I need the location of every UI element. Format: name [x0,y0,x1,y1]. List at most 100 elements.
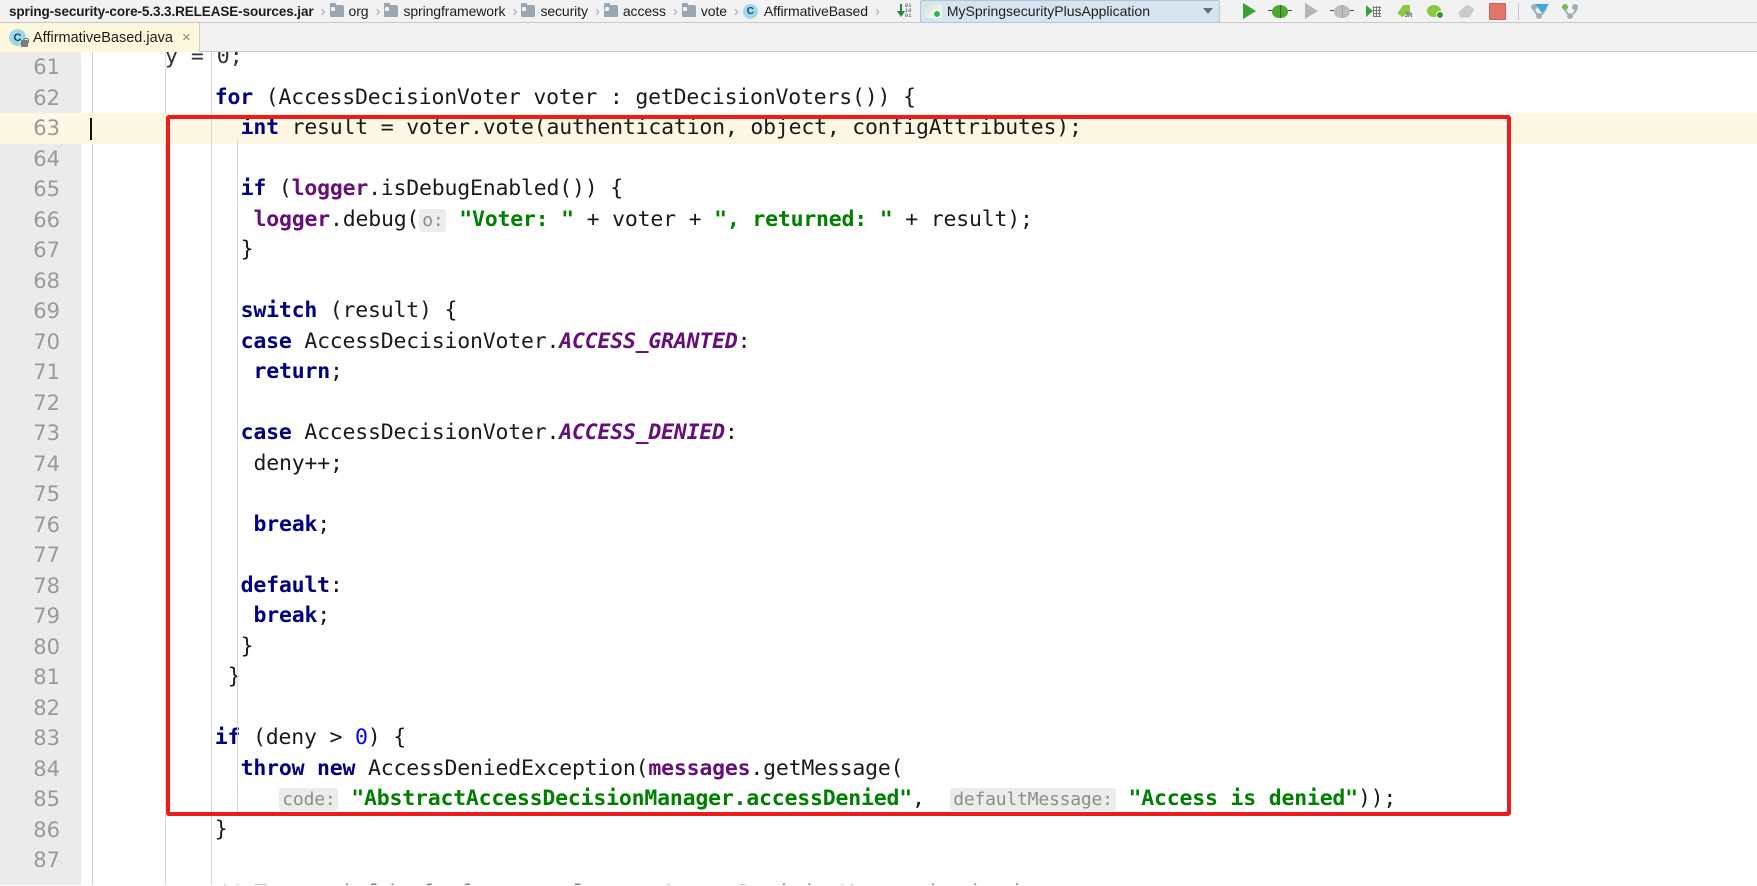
breadcrumb-item-vote[interactable]: vote [680,0,732,23]
code-text: deny++; [254,449,343,480]
code-line[interactable]: 61 [0,52,1757,83]
code-text: } [215,815,228,846]
line-number: 64 [33,146,60,171]
code-line[interactable]: 69 switch (result) { [0,296,1757,327]
debug-button[interactable] [1265,0,1296,23]
line-number: 66 [33,207,60,232]
code-token: ; [317,603,330,628]
code-line[interactable]: 77 [0,540,1757,571]
code-token: result = voter.vote(authentication, obje… [278,115,1082,140]
breadcrumb-item-affirmativebased[interactable]: C AffirmativeBased [741,0,873,23]
debug-jrebel-button[interactable] [1420,0,1451,23]
code-line[interactable]: 70 case AccessDecisionVoter.ACCESS_GRANTE… [0,327,1757,358]
code-line[interactable]: 80} [0,632,1757,663]
coverage-icon [1365,5,1381,18]
breadcrumb-label: org [348,3,369,19]
code-line[interactable]: 79 break; [0,601,1757,632]
code-line[interactable]: 67} [0,235,1757,266]
code-line[interactable]: 74 deny++; [0,449,1757,480]
bug-grey-icon [1330,4,1355,18]
code-line[interactable]: 85 code: "AbstractAccessDecisionManager.a… [0,784,1757,815]
breadcrumb-label: vote [700,3,727,19]
code-line[interactable]: 81} [0,662,1757,693]
tab-affirmativebased-java[interactable]: C AffirmativeBased.java × [0,23,200,52]
code-line[interactable]: 62 for (AccessDecisionVoter voter : getDe… [0,83,1757,114]
code-text: case AccessDecisionVoter.ACCESS_DENIED: [241,418,738,449]
chevron-down-icon[interactable] [1202,8,1213,14]
code-line[interactable]: 68 [0,266,1757,297]
line-number: 84 [33,756,60,781]
sort-numeric-desc-icon[interactable]: 01 10 01 [892,1,918,22]
line-number: 78 [33,573,60,598]
line-number: 67 [33,238,60,262]
profile-button[interactable] [1327,0,1358,23]
code-line[interactable]: 87 [0,845,1757,876]
code-token: "Access is denied" [1128,786,1359,811]
attach-to-process-button[interactable] [1524,0,1555,23]
code-text: if (logger.isDebugEnabled()) { [241,174,624,205]
breadcrumb: spring-security-core-5.3.3.RELEASE-sourc… [0,0,882,23]
update-application-button[interactable] [1451,0,1482,23]
code-line[interactable]: 83 if (deny > 0) { [0,723,1757,754]
code-line[interactable]: 86} [0,815,1757,846]
services-button[interactable] [1555,0,1586,23]
breadcrumb-item-access[interactable]: access [602,0,671,23]
stop-button[interactable] [1482,0,1513,23]
code-text: int result = voter.vote(authentication, … [241,113,1082,144]
breadcrumb-item-security[interactable]: security [519,0,592,23]
play-grey-icon [1304,3,1318,19]
play-icon [1242,3,1256,19]
code-text: } [228,662,241,693]
run-configuration-selector[interactable]: MySpringsecurityPlusApplication [919,0,1220,23]
breadcrumb-separator-icon: › [874,2,880,20]
code-token: AccessDecisionVoter. [291,328,560,354]
code-line[interactable]: 63 int result = voter.vote(authentication… [0,113,1757,144]
line-number: 68 [33,268,60,293]
code-line[interactable]: 84 throw new AccessDeniedException(messag… [0,754,1757,785]
breadcrumb-separator-icon: › [375,2,381,20]
code-editor[interactable]: y = 0; 61 62 for (AccessDecisionVoter vote… [0,52,1757,885]
code-token: case [240,420,292,445]
code-token: )); [1357,786,1397,811]
run-with-coverage-button[interactable] [1358,0,1389,23]
code-line[interactable]: 76 break; [0,510,1757,541]
class-locked-icon: C [9,29,29,47]
close-icon[interactable]: × [182,30,191,45]
code-token: ( [266,176,292,201]
code-token: break [253,511,318,537]
run-button[interactable] [1234,0,1265,23]
code-line[interactable]: 66 logger.debug(o: "Voter: " + voter + ",… [0,205,1757,236]
run-jrebel-button[interactable]: JR [1389,0,1420,23]
code-token: (deny > [240,725,355,750]
breadcrumb-separator-icon: › [512,2,518,20]
parameter-hint: code: [279,788,339,811]
code-line[interactable]: 78 default: [0,571,1757,602]
folder-icon [384,3,399,17]
code-token: } [214,816,228,842]
breadcrumb-item-org[interactable]: org [328,0,374,23]
breadcrumb-item-jar[interactable]: spring-security-core-5.3.3.RELEASE-sourc… [4,0,319,23]
breadcrumb-label: springframework [403,3,506,19]
line-number: 75 [33,482,60,506]
line-number: 62 [33,85,60,110]
code-line[interactable]: 75 [0,479,1757,510]
update-grey-icon [1458,4,1475,18]
run-with-profiler-button[interactable] [1296,0,1327,23]
code-text: } [241,235,254,266]
breadcrumb-item-springframework[interactable]: springframework [382,0,510,23]
code-token: .isDebugEnabled()) { [368,176,623,201]
line-number: 82 [33,695,60,720]
code-line[interactable]: 65 if (logger.isDebugEnabled()) { [0,174,1757,205]
code-token: int [240,115,279,140]
code-line[interactable]: 64 [0,144,1757,175]
code-token: .debug( [329,206,420,232]
toolbar-divider [1517,2,1519,20]
code-line[interactable]: 82 [0,693,1757,724]
code-line[interactable]: 73 case AccessDecisionVoter.ACCESS_DENIED… [0,418,1757,449]
indent-guide [237,140,238,816]
code-token: case [240,328,292,354]
code-line[interactable]: 71 return; [0,357,1757,388]
code-line[interactable]: 72 [0,388,1757,419]
breadcrumb-separator-icon: › [320,2,326,20]
class-icon: C [742,3,758,19]
